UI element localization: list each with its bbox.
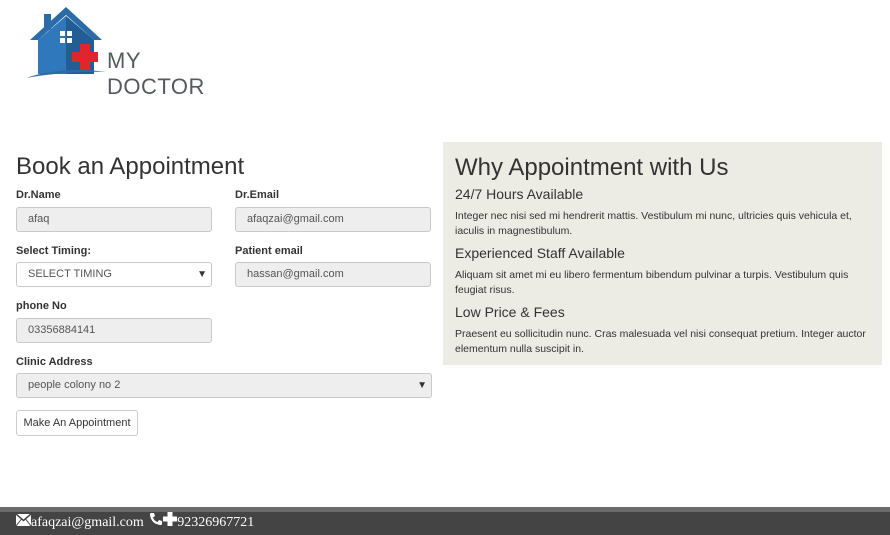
feature-heading: Experienced Staff Available <box>455 245 625 261</box>
make-appointment-button[interactable]: Make An Appointment <box>16 410 138 436</box>
footer: afaqzai@gmail.com 92326967721 <box>0 512 890 535</box>
footer-email[interactable]: afaqzai@gmail.com <box>31 515 144 530</box>
why-appointment-panel: Why Appointment with Us 24/7 Hours Avail… <box>443 142 882 365</box>
plus-icon <box>163 512 178 533</box>
timing-select-value: SELECT TIMING <box>28 268 112 280</box>
dr-name-label: Dr.Name <box>16 189 61 201</box>
feature-heading: Low Price & Fees <box>455 304 565 320</box>
dr-email-field[interactable]: afaqzai@gmail.com <box>235 207 431 232</box>
patient-email-label: Patient email <box>235 245 303 257</box>
clinic-address-label: Clinic Address <box>16 356 93 368</box>
timing-select[interactable]: SELECT TIMING ▼ <box>16 262 212 287</box>
clinic-address-select[interactable]: people colony no 2 ▼ <box>16 373 432 398</box>
clinic-address-value: people colony no 2 <box>28 379 121 391</box>
chevron-down-icon: ▼ <box>197 269 207 280</box>
feature-heading: 24/7 Hours Available <box>455 186 584 202</box>
footer-phone[interactable]: 92326967721 <box>177 515 254 530</box>
brand-logo[interactable]: MY DOCTOR <box>24 4 239 99</box>
panel-title: Why Appointment with Us <box>455 154 729 181</box>
phone-label: phone No <box>16 300 67 312</box>
page: MY DOCTOR Book an Appointment Dr.Name af… <box>0 0 890 535</box>
patient-email-field[interactable]: hassan@gmail.com <box>235 262 431 287</box>
phone-icon <box>149 512 163 533</box>
house-logo-icon <box>26 7 106 78</box>
brand-name: MY DOCTOR <box>107 48 205 99</box>
phone-field[interactable]: 03356884141 <box>16 318 212 343</box>
timing-label: Select Timing: <box>16 245 91 257</box>
envelope-icon <box>15 512 32 533</box>
feature-text: Integer nec nisi sed mi hendrerit mattis… <box>455 210 852 237</box>
form-title: Book an Appointment <box>16 153 245 180</box>
feature-text: Praesent eu sollicitudin nunc. Cras male… <box>455 328 866 355</box>
dr-name-field[interactable]: afaq <box>16 207 212 232</box>
chevron-down-icon: ▼ <box>417 380 427 391</box>
dr-email-label: Dr.Email <box>235 189 280 201</box>
feature-text: Aliquam sit amet mi eu libero fermentum … <box>455 269 849 296</box>
